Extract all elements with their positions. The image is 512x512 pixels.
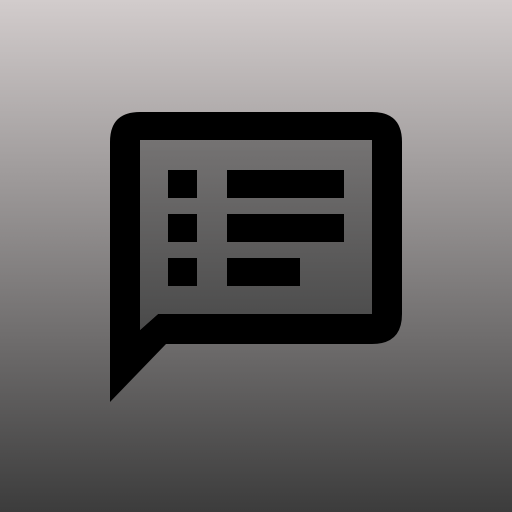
chat-list-icon [0,0,512,512]
list-bullet [168,170,197,198]
list-bullet [168,214,197,242]
list-bullet [168,258,197,286]
list-line [227,214,344,242]
app-icon-canvas [0,0,512,512]
list-line [227,258,300,286]
list-line [227,170,344,198]
